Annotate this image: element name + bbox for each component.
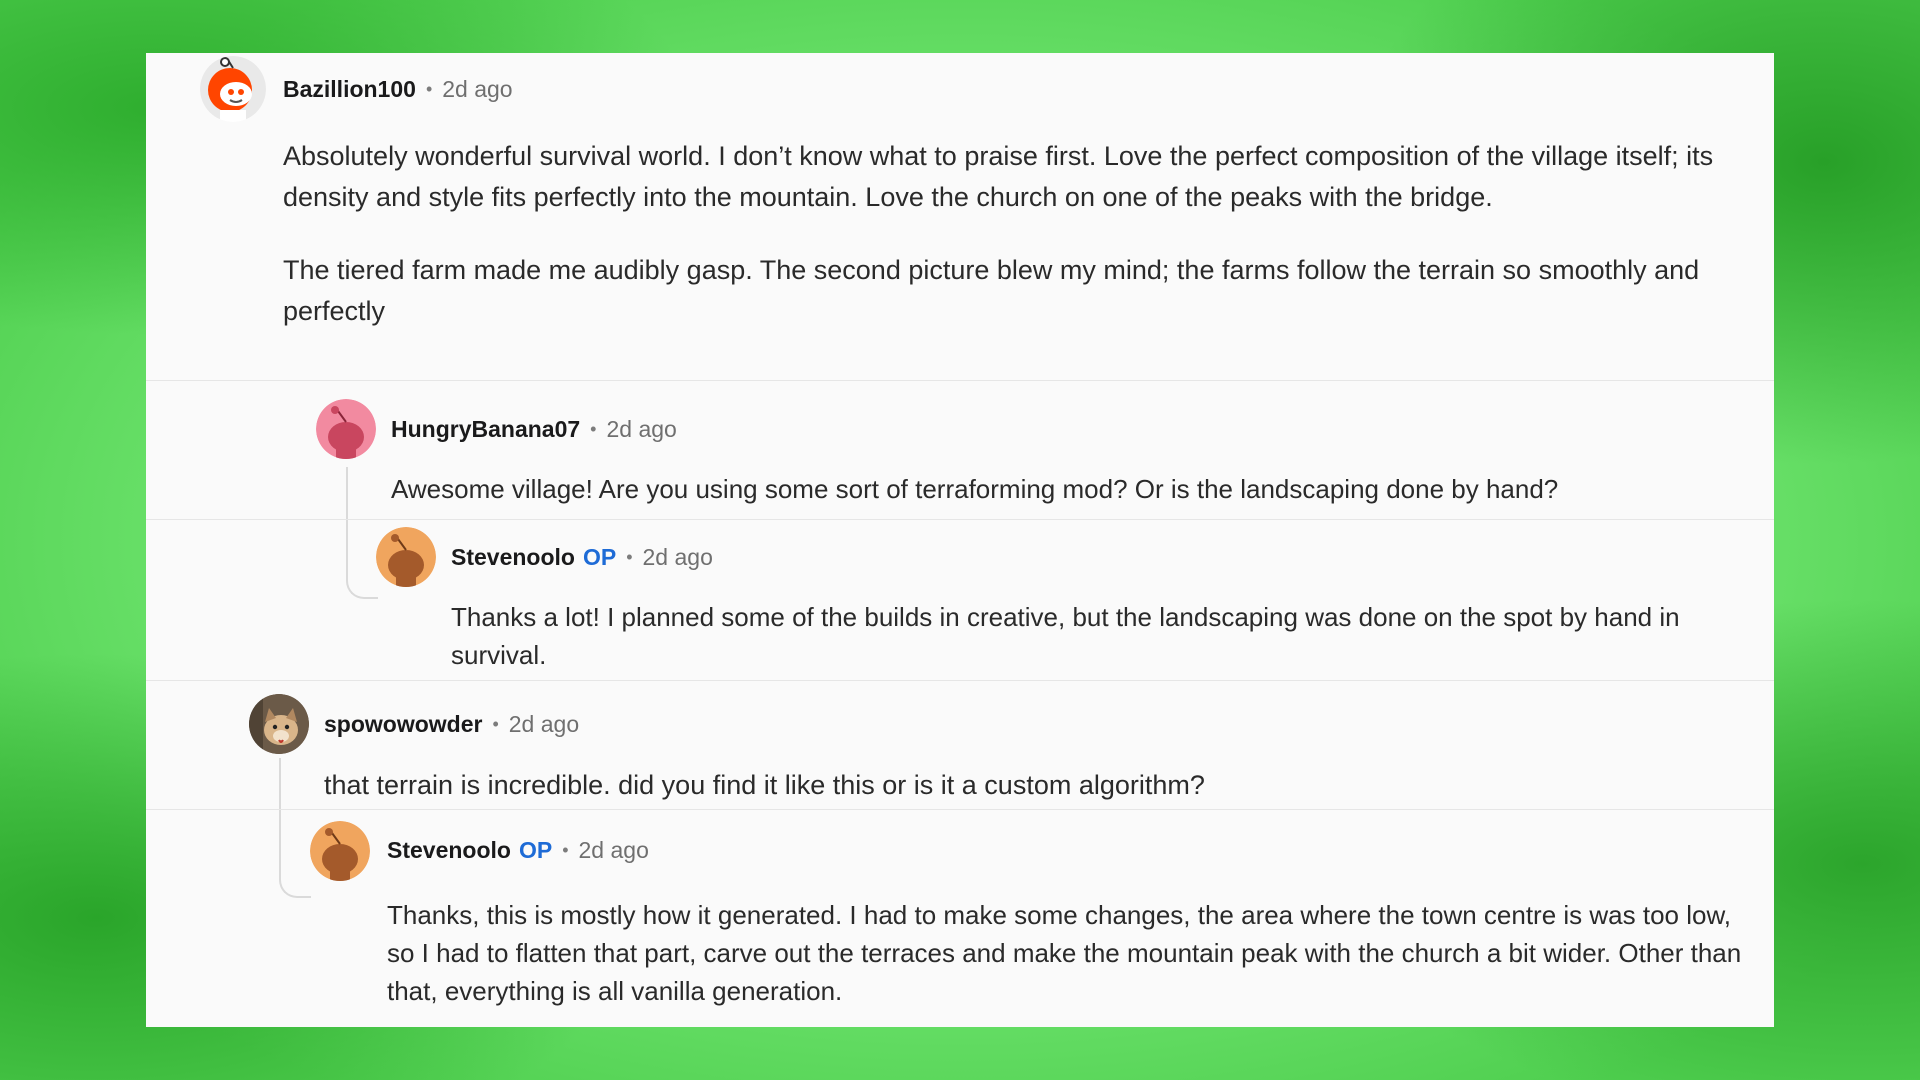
comment-body: Absolutely wonderful survival world. I d… (283, 136, 1723, 332)
comment-meta: spowowowder • 2d ago (324, 711, 579, 738)
timestamp[interactable]: 2d ago (643, 544, 713, 571)
avatar[interactable] (200, 56, 266, 122)
comment-meta: Stevenoolo OP • 2d ago (451, 544, 713, 571)
comment-paragraph: Awesome village! Are you using some sort… (391, 474, 1559, 504)
timestamp[interactable]: 2d ago (606, 416, 676, 443)
reddit-snoo-orange-icon (376, 527, 436, 587)
thread-line (279, 758, 311, 898)
comment-paragraph: Absolutely wonderful survival world. I d… (283, 141, 1714, 212)
comment-body: that terrain is incredible. did you find… (324, 765, 1704, 806)
comment-paragraph: Thanks a lot! I planned some of the buil… (451, 602, 1680, 670)
avatar[interactable] (316, 399, 376, 459)
divider (146, 680, 1774, 681)
reddit-snoo-orange-icon (200, 56, 266, 122)
timestamp[interactable]: 2d ago (579, 837, 649, 864)
avatar[interactable] (249, 694, 309, 754)
username[interactable]: Stevenoolo (451, 544, 575, 571)
separator-dot: • (562, 840, 569, 860)
comment-meta: Bazillion100 • 2d ago (283, 76, 513, 103)
comment-meta: Stevenoolo OP • 2d ago (387, 837, 649, 864)
reddit-snoo-orange-icon (310, 821, 370, 881)
comment-body: Awesome village! Are you using some sort… (391, 470, 1731, 508)
avatar[interactable] (310, 821, 370, 881)
divider (146, 380, 1774, 381)
thread-line (346, 467, 378, 599)
comment-paragraph: The tiered farm made me audibly gasp. Th… (283, 255, 1700, 326)
separator-dot: • (590, 419, 597, 439)
timestamp[interactable]: 2d ago (509, 711, 579, 738)
comment-body: Thanks, this is mostly how it generated.… (387, 896, 1747, 1010)
separator-dot: • (492, 714, 499, 734)
reddit-snoo-pink-icon (316, 399, 376, 459)
divider (146, 809, 1774, 810)
username[interactable]: Bazillion100 (283, 76, 416, 103)
username[interactable]: spowowowder (324, 711, 482, 738)
separator-dot: • (626, 547, 633, 567)
comment-body: Thanks a lot! I planned some of the buil… (451, 598, 1721, 674)
comment-paragraph: that terrain is incredible. did you find… (324, 770, 1205, 800)
op-badge: OP (582, 544, 617, 570)
username[interactable]: HungryBanana07 (391, 416, 580, 443)
comment-thread-card: Bazillion100 • 2d ago Absolutely wonderf… (146, 53, 1774, 1027)
comment-meta: HungryBanana07 • 2d ago (391, 416, 677, 443)
comment-paragraph: Thanks, this is mostly how it generated.… (387, 900, 1742, 1006)
timestamp[interactable]: 2d ago (442, 76, 512, 103)
username[interactable]: Stevenoolo (387, 837, 511, 864)
separator-dot: • (425, 79, 433, 99)
cat-photo-avatar-icon (249, 694, 309, 754)
op-badge: OP (518, 837, 553, 863)
avatar[interactable] (376, 527, 436, 587)
divider (146, 519, 1774, 520)
